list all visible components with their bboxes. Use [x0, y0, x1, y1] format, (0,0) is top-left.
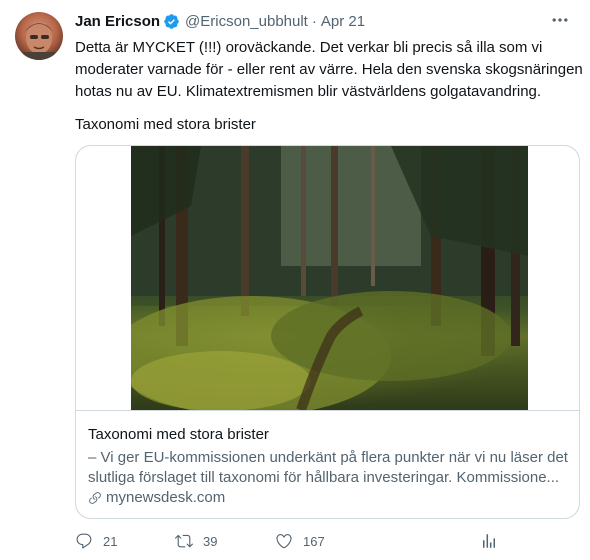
retweet-count: 39	[203, 533, 218, 549]
tweet-text-line: Detta är MYCKET (!!!) oroväckande. Det v…	[75, 39, 543, 56]
retweet-icon	[175, 534, 193, 548]
share-icon	[483, 534, 495, 548]
display-name[interactable]: Jan Ericson	[75, 13, 160, 30]
tweet-date[interactable]: Apr 21	[321, 13, 365, 30]
tweet-header: Jan Ericson @Ericson_ubbhult · Apr 21	[75, 10, 580, 32]
card-domain-text: mynewsdesk.com	[106, 489, 226, 506]
user-handle[interactable]: @Ericson_ubbhult	[185, 13, 308, 30]
retweet-button[interactable]: 39	[175, 532, 217, 550]
card-description-line: – Vi ger EU-kommissionen underkänt på fl…	[88, 449, 568, 466]
reply-icon	[76, 533, 92, 549]
tweet-actions: 21 39 167	[75, 532, 505, 554]
avatar[interactable]	[15, 12, 63, 60]
card-image[interactable]	[131, 146, 528, 410]
card-description: – Vi ger EU-kommissionen underkänt på fl…	[88, 448, 568, 488]
like-count: 167	[303, 533, 325, 549]
reply-button[interactable]: 21	[75, 532, 117, 550]
like-button[interactable]: 167	[275, 532, 325, 550]
link-card[interactable]: Taxonomi med stora brister – Vi ger EU-k…	[75, 145, 580, 519]
card-domain: mynewsdesk.com	[88, 489, 225, 506]
card-divider	[76, 410, 579, 411]
verified-badge-icon	[164, 13, 179, 29]
more-icon[interactable]	[548, 10, 572, 32]
tweet-text: Detta är MYCKET (!!!) oroväckande. Det v…	[75, 37, 583, 103]
separator: ·	[311, 12, 317, 30]
card-description-line: slutliga förslaget till taxonomi för hål…	[88, 469, 560, 486]
tweet-text-line: moderater varnade för - eller rent av vä…	[75, 61, 583, 78]
card-title[interactable]: Taxonomi med stora brister	[88, 426, 269, 443]
tweet-text-line: hotas nu av EU. Klimatextremismen blir v…	[75, 83, 542, 100]
tweet-subline: Taxonomi med stora brister	[75, 116, 256, 133]
reply-count: 21	[103, 533, 118, 549]
share-button[interactable]	[480, 532, 508, 550]
link-icon	[89, 491, 101, 504]
like-icon	[276, 534, 292, 549]
